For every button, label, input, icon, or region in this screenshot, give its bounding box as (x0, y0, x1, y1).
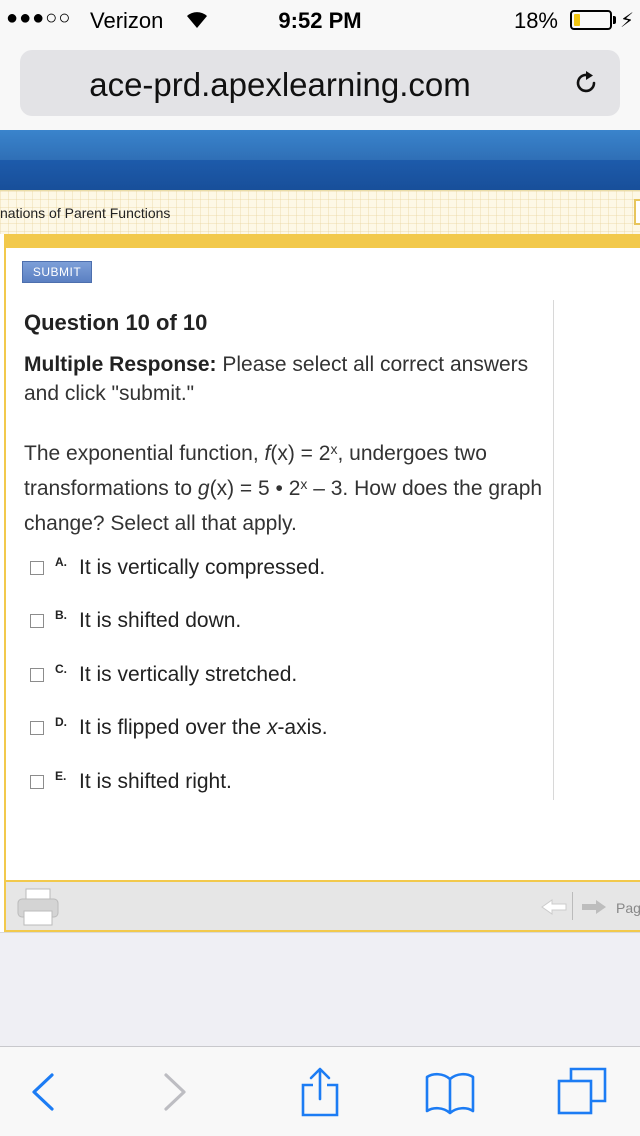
option-text-part: -axis. (277, 716, 328, 739)
browser-address-area: ace-prd.apexlearning.com (0, 40, 640, 130)
function-g-equation: = 5 • 2 (234, 477, 301, 500)
option-a[interactable]: A. It is vertically compressed. (30, 555, 550, 591)
option-letter: E. (55, 769, 67, 783)
address-bar[interactable]: ace-prd.apexlearning.com (20, 50, 620, 116)
page-label: Pag (616, 900, 640, 916)
option-text[interactable]: It is shifted right. (79, 770, 232, 794)
print-icon[interactable] (16, 887, 60, 927)
battery-level (574, 14, 581, 26)
share-icon[interactable] (295, 1067, 345, 1117)
breadcrumb-control[interactable] (634, 199, 640, 225)
option-text[interactable]: It is vertically compressed. (79, 556, 325, 580)
option-text[interactable]: It is shifted down. (79, 609, 241, 633)
instructions: Multiple Response: Please select all cor… (24, 350, 544, 408)
checkbox[interactable] (30, 668, 44, 682)
option-c[interactable]: C. It is vertically stretched. (30, 662, 550, 698)
function-f-exponent: x (330, 441, 338, 457)
option-text-italic: x (266, 716, 278, 739)
battery-percent: 18% (513, 8, 558, 33)
option-text-part: It is flipped over the (79, 716, 267, 739)
forward-arrow-icon[interactable] (580, 898, 608, 916)
function-g-name: g (197, 477, 210, 500)
url-text[interactable]: ace-prd.apexlearning.com (20, 66, 540, 104)
tabs-icon[interactable] (557, 1067, 607, 1117)
checkbox[interactable] (30, 614, 44, 628)
option-letter: C. (55, 662, 67, 676)
breadcrumb-strip: nations of Parent Functions (0, 190, 640, 234)
checkbox[interactable] (30, 721, 44, 735)
checkbox[interactable] (30, 561, 44, 575)
option-letter: A. (55, 555, 67, 569)
option-text[interactable]: It is flipped over the x-axis. (79, 716, 328, 740)
function-f-equation: = 2 (294, 442, 331, 465)
function-g-variable: (x) (209, 477, 235, 500)
function-f-variable: (x) (270, 442, 295, 465)
header-banner-lower (0, 160, 640, 190)
nav-separator (572, 892, 573, 920)
option-letter: D. (55, 715, 67, 729)
bookmarks-icon[interactable] (425, 1067, 475, 1117)
breadcrumb: nations of Parent Functions (0, 205, 171, 221)
option-b[interactable]: B. It is shifted down. (30, 608, 550, 644)
option-e[interactable]: E. It is shifted right. (30, 769, 550, 805)
question-heading: Question 10 of 10 (24, 310, 208, 335)
checkbox[interactable] (30, 775, 44, 789)
response-type-label: Multiple Response: (24, 353, 217, 376)
browser-toolbar (0, 1046, 640, 1136)
back-icon[interactable] (18, 1067, 68, 1117)
option-text[interactable]: It is vertically stretched. (79, 663, 297, 687)
option-letter: B. (55, 608, 67, 622)
function-g-exponent: x (300, 476, 308, 492)
back-arrow-icon[interactable] (540, 898, 568, 916)
battery-icon (570, 10, 612, 30)
charging-icon: ⚡ (619, 10, 634, 32)
reload-icon[interactable] (572, 68, 602, 98)
prompt-intro: The exponential function, (24, 442, 265, 465)
option-d[interactable]: D. It is flipped over the x-axis. (30, 715, 550, 751)
battery-tip (613, 16, 616, 24)
page-background (0, 932, 640, 1046)
question-prompt: The exponential function, f(x) = 2x, und… (24, 437, 549, 540)
forward-icon[interactable] (150, 1067, 200, 1117)
divider (553, 300, 554, 800)
header-banner (0, 130, 640, 160)
status-bar: ●●●○○ Verizon 9:52 PM 18% ⚡ (0, 0, 640, 40)
submit-button[interactable]: SUBMIT (22, 261, 92, 283)
